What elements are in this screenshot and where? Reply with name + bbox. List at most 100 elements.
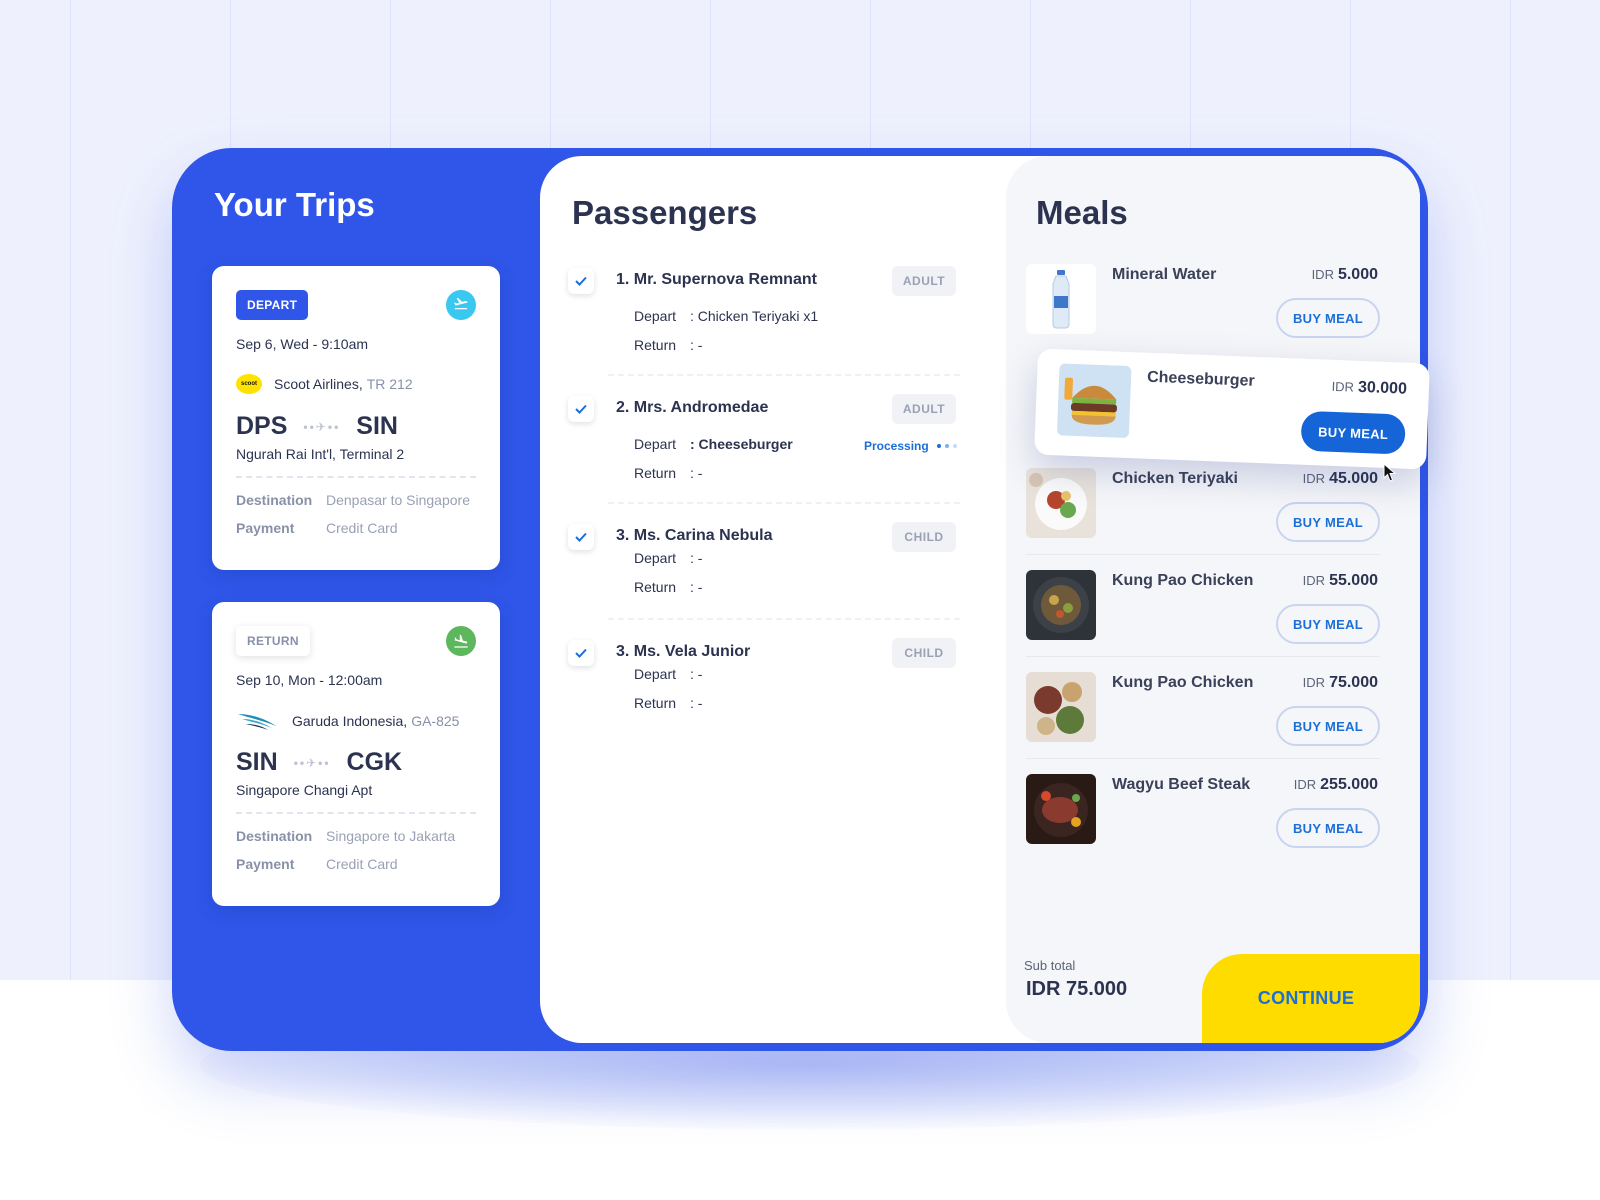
currency: IDR xyxy=(1302,471,1326,486)
selected-meal-card[interactable]: Cheeseburger IDR 30.000 BUY MEAL xyxy=(1034,348,1430,470)
meal-price: IDR 45.000 xyxy=(1303,470,1378,488)
app-frame: Your Trips DEPART Sep 6, Wed - 9:10am sc… xyxy=(172,148,1428,1051)
main-panel: Passengers 1. Mr. Supernova Remnant ADUL… xyxy=(540,156,1420,1043)
return-meal-row: Return : - xyxy=(634,337,702,353)
check-icon xyxy=(575,404,587,414)
meal-name: Mineral Water xyxy=(1112,266,1217,283)
passenger-name: 3. Ms. Carina Nebula xyxy=(616,527,773,544)
destination-code: SIN xyxy=(356,412,398,440)
currency: IDR xyxy=(1331,378,1355,395)
currency: IDR xyxy=(1302,675,1326,690)
buy-meal-button[interactable]: BUY MEAL xyxy=(1276,298,1380,338)
mineral-water-image xyxy=(1026,264,1096,334)
meals-title: Meals xyxy=(1036,194,1128,231)
subtotal-label: Sub total xyxy=(1024,958,1076,973)
scoot-logo: scoot xyxy=(236,374,262,394)
return-terminal: Singapore Changi Apt xyxy=(236,782,373,798)
passenger-name: 1. Mr. Supernova Remnant xyxy=(616,271,817,288)
plane-landing-icon xyxy=(446,626,476,656)
destination-row: Destination Denpasar to Singapore xyxy=(236,492,470,508)
chicken-teriyaki-image xyxy=(1026,468,1096,538)
return-meal-row: Return : - xyxy=(634,695,702,711)
divider xyxy=(1026,554,1380,555)
passenger-checkbox[interactable] xyxy=(568,396,594,422)
destination-row: Destination Singapore to Jakarta xyxy=(236,828,455,844)
return-trip-card[interactable]: RETURN Sep 10, Mon - 12:00am Garuda Indo… xyxy=(212,602,500,906)
price-value: 75.000 xyxy=(1329,674,1378,691)
depart-meal-row: Depart : - xyxy=(634,550,702,566)
processing-status: Processing xyxy=(864,439,957,453)
depart-trip-card[interactable]: DEPART Sep 6, Wed - 9:10am scoot Scoot A… xyxy=(212,266,500,570)
currency: IDR xyxy=(1302,573,1326,588)
origin-code: DPS xyxy=(236,412,288,440)
depart-terminal: Ngurah Rai Int'l, Terminal 2 xyxy=(236,446,405,462)
depart-route: DPS ••✈•• SIN xyxy=(236,412,476,441)
divider xyxy=(1026,758,1380,759)
price-value: 55.000 xyxy=(1329,572,1378,589)
meal-name: Kung Pao Chicken xyxy=(1112,572,1254,589)
currency: IDR xyxy=(1293,777,1317,792)
return-date: Sep 10, Mon - 12:00am xyxy=(236,672,383,688)
route-arrow-icon: ••✈•• xyxy=(303,419,341,434)
depart-airline: scoot Scoot Airlines, TR 212 xyxy=(236,374,413,394)
return-meal: : - xyxy=(690,337,703,353)
return-meal-row: Return : - xyxy=(634,579,702,595)
depart-meal: : - xyxy=(690,666,703,682)
meal-price: IDR 75.000 xyxy=(1303,674,1378,692)
return-meal: : - xyxy=(690,579,703,595)
return-badge: RETURN xyxy=(236,626,310,656)
payment-value: Credit Card xyxy=(326,856,398,872)
divider xyxy=(236,812,476,814)
depart-meal: : Cheeseburger xyxy=(690,436,793,452)
meal-price: IDR 5.000 xyxy=(1312,266,1378,284)
buy-meal-button[interactable]: BUY MEAL xyxy=(1276,604,1380,644)
meal-item: Wagyu Beef Steak IDR 255.000 BUY MEAL xyxy=(1026,774,1380,848)
buy-meal-button[interactable]: BUY MEAL xyxy=(1276,502,1380,542)
passengers-title: Passengers xyxy=(572,194,758,231)
return-meal: : - xyxy=(690,465,703,481)
passenger-checkbox[interactable] xyxy=(568,640,594,666)
meal-price: IDR 30.000 xyxy=(1331,378,1407,399)
buy-meal-button[interactable]: BUY MEAL xyxy=(1276,706,1380,746)
destination-value: Denpasar to Singapore xyxy=(326,492,470,508)
buy-meal-button-active[interactable]: BUY MEAL xyxy=(1300,410,1406,455)
depart-meal: : Chicken Teriyaki x1 xyxy=(690,308,819,324)
depart-badge: DEPART xyxy=(236,290,309,320)
price-value: 255.000 xyxy=(1320,776,1378,793)
origin-code: SIN xyxy=(236,748,278,776)
passenger-checkbox[interactable] xyxy=(568,524,594,550)
check-icon xyxy=(575,276,587,286)
depart-meal: : - xyxy=(690,550,703,566)
divider xyxy=(236,476,476,478)
destination-label: Destination xyxy=(236,492,313,508)
garuda-logo xyxy=(238,714,276,730)
cheeseburger-image xyxy=(1056,363,1132,439)
continue-button[interactable]: CONTINUE xyxy=(1202,954,1420,1043)
flight-code: TR 212 xyxy=(366,376,413,392)
passenger-type-badge: ADULT xyxy=(892,266,956,296)
return-label: Return xyxy=(634,579,677,595)
plane-takeoff-icon xyxy=(446,290,476,320)
buy-meal-button[interactable]: BUY MEAL xyxy=(1276,808,1380,848)
trips-title: Your Trips xyxy=(214,186,375,223)
meal-price: IDR 55.000 xyxy=(1303,572,1378,590)
meal-name: Cheeseburger xyxy=(1146,368,1255,390)
airline-name: Scoot Airlines, xyxy=(274,376,363,392)
passenger-name: 2. Mrs. Andromedae xyxy=(616,399,769,416)
payment-label: Payment xyxy=(236,856,295,872)
airline-name: Garuda Indonesia, xyxy=(292,713,408,729)
meal-item: Kung Pao Chicken IDR 55.000 BUY MEAL xyxy=(1026,570,1380,644)
passenger-checkbox[interactable] xyxy=(568,268,594,294)
meal-name: Chicken Teriyaki xyxy=(1112,470,1238,487)
meal-price: IDR 255.000 xyxy=(1294,776,1378,794)
return-label: Return xyxy=(634,695,677,711)
passenger-name: 3. Ms. Vela Junior xyxy=(616,643,751,660)
kung-pao-chicken-image xyxy=(1026,570,1096,640)
price-value: 30.000 xyxy=(1357,378,1408,398)
status-text: Processing xyxy=(864,439,929,453)
return-label: Return xyxy=(634,337,677,353)
return-route: SIN ••✈•• CGK xyxy=(236,748,476,777)
meal-item: Kung Pao Chicken IDR 75.000 BUY MEAL xyxy=(1026,672,1380,746)
payment-row: Payment Credit Card xyxy=(236,520,398,536)
mouse-cursor-icon xyxy=(1383,463,1397,482)
